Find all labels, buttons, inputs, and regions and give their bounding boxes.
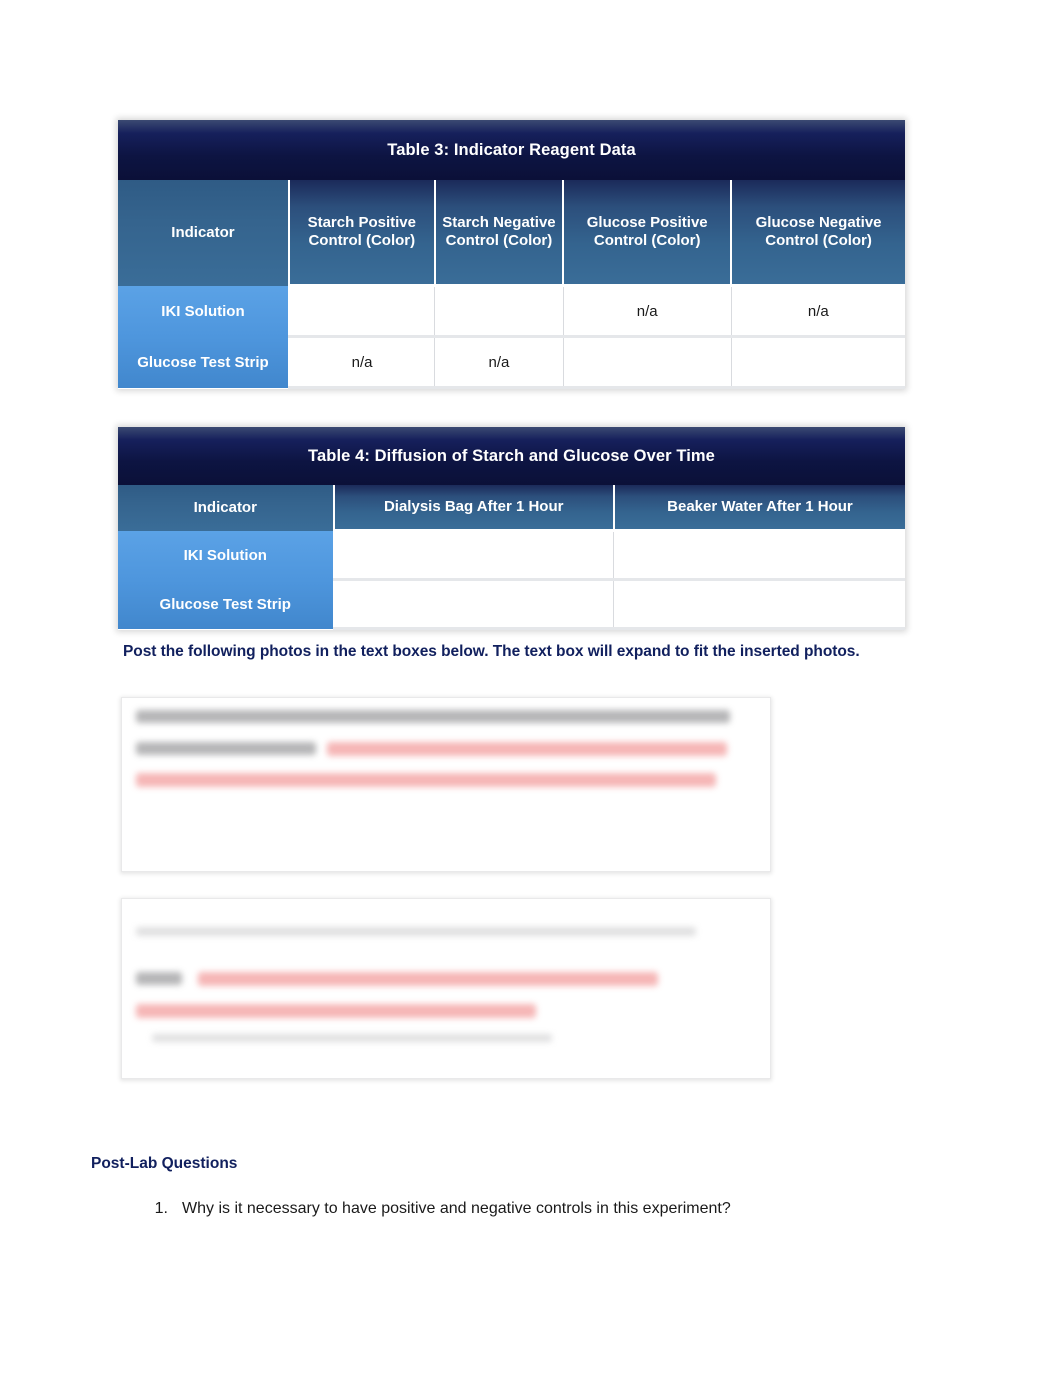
table-4-header-beaker-water: Beaker Water After 1 Hour — [613, 485, 905, 531]
table-3-cell-strip-glucose-negative[interactable] — [731, 335, 905, 389]
redacted-text-line — [136, 742, 316, 755]
redacted-text-line — [136, 1004, 536, 1018]
photo-text-box-1[interactable] — [121, 697, 771, 872]
table-3-cell-strip-glucose-positive[interactable] — [563, 335, 732, 389]
table-row: Glucose Test Strip — [118, 578, 905, 630]
table-3-cell-iki-starch-negative[interactable] — [434, 284, 564, 338]
table-4-cell-strip-dialysis-bag[interactable] — [333, 578, 615, 630]
table-3-indicator-reagent-data: Table 3: Indicator Reagent Data Indicato… — [118, 120, 905, 389]
question-text: Why is it necessary to have positive and… — [182, 1200, 731, 1217]
table-4-cell-iki-dialysis-bag[interactable] — [333, 529, 615, 581]
redacted-text-line — [136, 972, 182, 985]
table-row: IKI Solution — [118, 529, 905, 581]
redacted-text-line — [136, 710, 730, 723]
table-3-title: Table 3: Indicator Reagent Data — [118, 120, 905, 180]
table-4-row-label-glucose-test-strip: Glucose Test Strip — [118, 579, 335, 629]
redacted-text-line — [152, 1034, 552, 1042]
table-3-row-label-glucose-test-strip: Glucose Test Strip — [118, 336, 290, 388]
table-3-cell-iki-starch-positive[interactable] — [288, 284, 436, 338]
table-3-header-starch-negative: Starch Negative Control (Color) — [434, 180, 565, 286]
table-3-header-glucose-positive: Glucose Positive Control (Color) — [563, 180, 733, 286]
table-4-header-dialysis-bag: Dialysis Bag After 1 Hour — [333, 485, 615, 531]
photo-text-box-2[interactable] — [121, 898, 771, 1079]
table-3-row-label-iki-solution: IKI Solution — [118, 285, 290, 337]
table-row: IKI Solution n/a n/a — [118, 284, 905, 338]
table-row: Glucose Test Strip n/a n/a — [118, 335, 905, 389]
table-3-header-starch-positive: Starch Positive Control (Color) — [288, 180, 436, 286]
table-3-header-row: Indicator Starch Positive Control (Color… — [118, 180, 905, 286]
table-3-cell-strip-starch-negative[interactable]: n/a — [434, 335, 564, 389]
table-4-cell-strip-beaker-water[interactable] — [613, 578, 905, 630]
photo-instruction-text: Post the following photos in the text bo… — [123, 643, 860, 660]
table-4-header-row: Indicator Dialysis Bag After 1 Hour Beak… — [118, 485, 905, 531]
post-lab-questions-heading: Post-Lab Questions — [91, 1155, 238, 1172]
table-4-header-indicator: Indicator — [118, 485, 335, 531]
post-lab-question-list: 1. Why is it necessary to have positive … — [150, 1200, 950, 1218]
table-3-cell-iki-glucose-negative[interactable]: n/a — [731, 284, 905, 338]
table-4-title: Table 4: Diffusion of Starch and Glucose… — [118, 427, 905, 485]
table-4-title-row: Table 4: Diffusion of Starch and Glucose… — [118, 427, 905, 485]
redacted-text-line — [198, 972, 658, 986]
question-number: 1. — [154, 1200, 168, 1217]
list-item: 1. Why is it necessary to have positive … — [150, 1200, 950, 1218]
table-3-header-glucose-negative: Glucose Negative Control (Color) — [731, 180, 905, 286]
table-3-cell-iki-glucose-positive[interactable]: n/a — [563, 284, 732, 338]
table-3-header-indicator: Indicator — [118, 180, 290, 286]
redacted-text-line — [136, 927, 696, 936]
table-4-cell-iki-beaker-water[interactable] — [613, 529, 905, 581]
table-4-diffusion-of-starch-and-glucose-over-time: Table 4: Diffusion of Starch and Glucose… — [118, 427, 905, 630]
table-3-cell-strip-starch-positive[interactable]: n/a — [288, 335, 436, 389]
table-4-row-label-iki-solution: IKI Solution — [118, 530, 335, 580]
redacted-text-line — [136, 773, 716, 787]
redacted-text-line — [327, 742, 727, 756]
table-3-title-row: Table 3: Indicator Reagent Data — [118, 120, 905, 180]
